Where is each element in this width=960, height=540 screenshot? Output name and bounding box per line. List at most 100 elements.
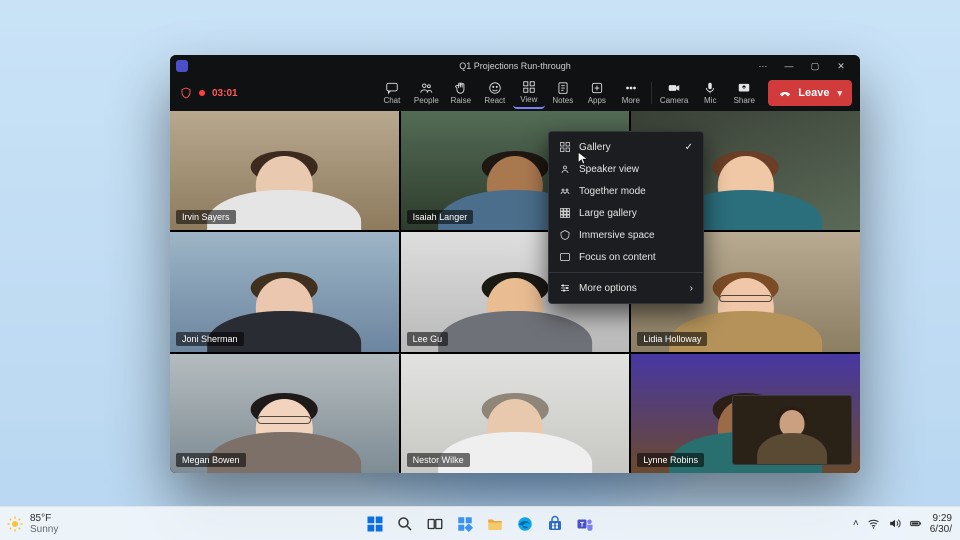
participant-name: Lynne Robins (637, 453, 704, 467)
meeting-toolbar: 03:01 Chat People Raise React View Notes (170, 77, 860, 111)
chevron-right-icon: › (690, 283, 693, 294)
titlebar: Q1 Projections Run-through ⋯ ― ▢ ✕ (170, 55, 860, 77)
menu-separator (549, 272, 703, 273)
menu-speaker-view[interactable]: Speaker view (549, 158, 703, 180)
participant-avatar (451, 389, 579, 473)
participant-name: Isaiah Langer (407, 210, 474, 224)
chat-label: Chat (383, 97, 400, 105)
teams-taskbar-button[interactable]: T (573, 512, 597, 536)
grid-icon (559, 141, 571, 153)
teams-icon: T (576, 515, 594, 533)
react-label: React (484, 97, 505, 105)
sliders-icon (559, 282, 571, 294)
teams-app-icon (176, 60, 188, 72)
raise-label: Raise (451, 97, 471, 105)
menu-focus-label: Focus on content (579, 252, 656, 263)
weather-temp: 85°F (30, 513, 58, 524)
recording-time: 03:01 (212, 88, 238, 99)
people-button[interactable]: People (410, 77, 443, 109)
people-label: People (414, 97, 439, 105)
menu-gallery[interactable]: Gallery ✓ (549, 136, 703, 158)
camera-button[interactable]: Camera (656, 77, 692, 109)
more-button[interactable]: More (615, 77, 647, 109)
plus-square-icon (590, 81, 604, 95)
participant-tile[interactable]: Nestor Wilke (401, 354, 630, 473)
view-button[interactable]: View (513, 77, 545, 109)
immersive-icon (559, 229, 571, 241)
clock-time: 9:29 (930, 513, 952, 524)
share-button[interactable]: Share (728, 77, 760, 109)
menu-more-options[interactable]: More options › (549, 277, 703, 299)
hand-icon (454, 81, 468, 95)
taskbar-weather[interactable]: 85°F Sunny (6, 507, 58, 540)
together-icon (559, 185, 571, 197)
start-button[interactable] (363, 512, 387, 536)
task-view-button[interactable] (423, 512, 447, 536)
menu-together-mode[interactable]: Together mode (549, 180, 703, 202)
wifi-icon[interactable] (867, 517, 880, 530)
sun-icon (6, 515, 24, 533)
widgets-button[interactable] (453, 512, 477, 536)
system-tray[interactable]: ˄ 9:29 6/30/ (853, 507, 952, 540)
share-screen-icon (737, 81, 751, 95)
check-icon: ✓ (685, 142, 693, 153)
participant-grid: Irvin SayersIsaiah LangerJoni ShermanLee… (170, 111, 860, 473)
grid-icon (522, 80, 536, 94)
view-dropdown: Gallery ✓ Speaker view Together mode Lar… (548, 131, 704, 304)
teams-meeting-window: Q1 Projections Run-through ⋯ ― ▢ ✕ 03:01… (170, 55, 860, 473)
notes-button[interactable]: Notes (547, 77, 579, 109)
participant-name: Joni Sherman (176, 332, 244, 346)
share-label: Share (734, 97, 755, 105)
participant-name: Lidia Holloway (637, 332, 707, 346)
tray-chevron-icon[interactable]: ˄ (853, 518, 859, 529)
participant-tile[interactable]: Irvin Sayers (170, 111, 399, 230)
participant-name: Irvin Sayers (176, 210, 236, 224)
store-button[interactable] (543, 512, 567, 536)
chat-icon (385, 81, 399, 95)
window-close-button[interactable]: ✕ (828, 57, 854, 75)
taskbar-clock[interactable]: 9:29 6/30/ (930, 513, 952, 535)
react-button[interactable]: React (479, 77, 511, 109)
mic-button[interactable]: Mic (694, 77, 726, 109)
participant-tile[interactable]: Megan Bowen (170, 354, 399, 473)
record-icon (196, 87, 208, 99)
toolbar-separator (651, 82, 652, 104)
participant-tile[interactable]: Joni Sherman (170, 232, 399, 351)
raise-hand-button[interactable]: Raise (445, 77, 477, 109)
self-view-pip[interactable] (732, 395, 852, 465)
battery-icon[interactable] (909, 517, 922, 530)
menu-more-options-label: More options (579, 283, 637, 294)
more-label: More (622, 97, 640, 105)
window-minimize-button[interactable]: ― (776, 57, 802, 75)
clock-date: 6/30/ (930, 524, 952, 535)
edge-button[interactable] (513, 512, 537, 536)
chevron-down-icon: ▾ (837, 88, 842, 99)
menu-focus-content[interactable]: Focus on content (549, 246, 703, 268)
window-more-icon[interactable]: ⋯ (750, 57, 776, 75)
widgets-icon (456, 515, 474, 533)
notes-icon (556, 81, 570, 95)
large-grid-icon (559, 207, 571, 219)
menu-large-gallery[interactable]: Large gallery (549, 202, 703, 224)
menu-immersive-space[interactable]: Immersive space (549, 224, 703, 246)
people-icon (419, 81, 433, 95)
search-button[interactable] (393, 512, 417, 536)
recording-indicator[interactable]: 03:01 (178, 87, 240, 99)
menu-immersive-label: Immersive space (579, 230, 655, 241)
participant-name: Megan Bowen (176, 453, 246, 467)
volume-icon[interactable] (888, 517, 901, 530)
menu-together-label: Together mode (579, 186, 646, 197)
mic-icon (703, 81, 717, 95)
chat-button[interactable]: Chat (376, 77, 408, 109)
leave-button[interactable]: Leave ▾ (768, 80, 852, 106)
explorer-button[interactable] (483, 512, 507, 536)
leave-label: Leave (798, 87, 829, 99)
task-view-icon (426, 515, 444, 533)
apps-button[interactable]: Apps (581, 77, 613, 109)
focus-icon (559, 251, 571, 263)
pip-avatar (763, 403, 822, 465)
window-maximize-button[interactable]: ▢ (802, 57, 828, 75)
camera-icon (667, 81, 681, 95)
participant-avatar (220, 147, 348, 231)
windows-logo-icon (366, 515, 384, 533)
